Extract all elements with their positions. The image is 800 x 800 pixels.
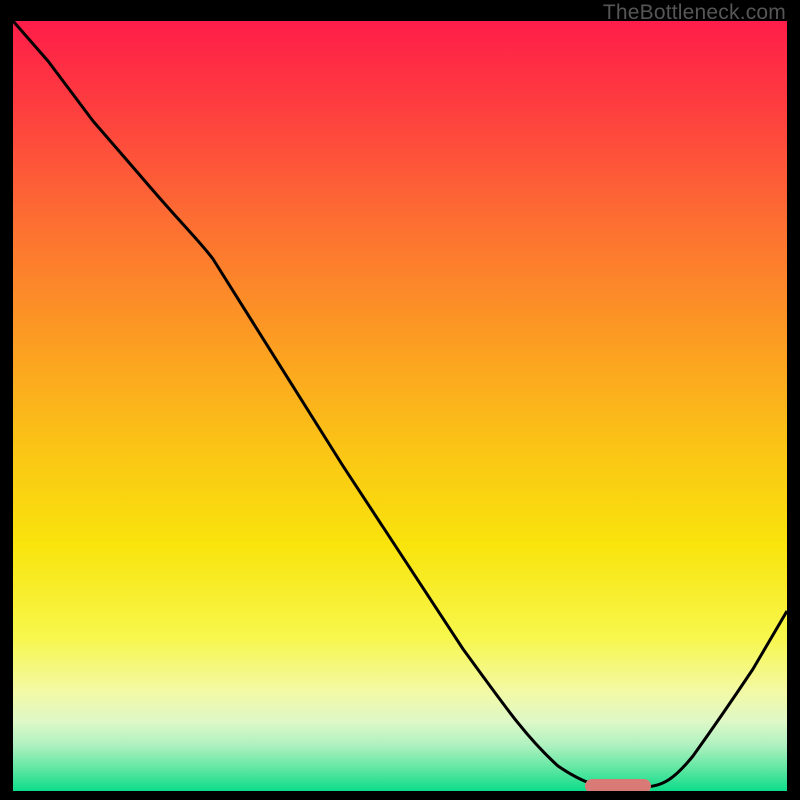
chart-frame (13, 21, 787, 791)
chart-background-gradient (13, 21, 787, 791)
watermark-text: TheBottleneck.com (603, 1, 786, 25)
